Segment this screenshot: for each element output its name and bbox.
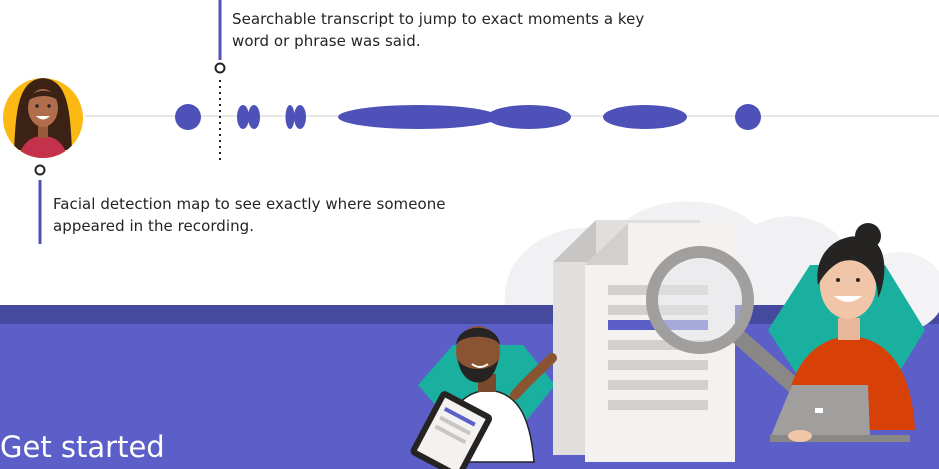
transcript-callout-pointer — [214, 0, 226, 162]
timeline-mark-7 — [487, 105, 571, 129]
timeline-marks — [175, 104, 761, 130]
transcript-caption: Searchable transcript to jump to exact m… — [232, 10, 645, 50]
woman-avatar — [3, 78, 83, 158]
page: Searchable transcript to jump to exact m… — [0, 0, 939, 469]
timeline-mark-1 — [175, 104, 201, 130]
timeline-mark-3 — [248, 105, 260, 129]
timeline-mark-9 — [735, 104, 761, 130]
timeline-mark-8 — [603, 105, 687, 129]
timeline-mark-2 — [237, 105, 249, 129]
facial-callout-pointer — [34, 164, 46, 244]
timeline-mark-5 — [294, 105, 306, 129]
timeline-mark-6 — [338, 105, 498, 129]
facial-detection-caption: Facial detection map to see exactly wher… — [53, 195, 446, 235]
section-heading: Get started — [0, 430, 165, 464]
timeline-mark-4 — [285, 105, 295, 129]
